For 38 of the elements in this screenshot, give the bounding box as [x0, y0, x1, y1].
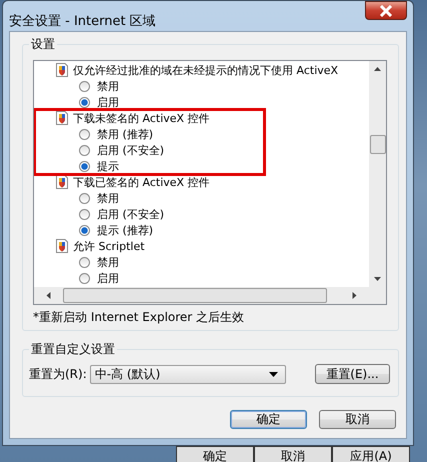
radio-option[interactable]: 禁用 — [79, 254, 119, 270]
vertical-scrollbar[interactable] — [369, 61, 386, 287]
reset-button[interactable]: 重置(E)... — [315, 364, 390, 384]
dialog-button[interactable]: 取消 — [319, 410, 396, 429]
radio-option[interactable]: 启用 — [79, 270, 119, 286]
reset-level-dropdown[interactable]: 中-高 (默认) — [90, 364, 286, 384]
note-text: *重新启动 Internet Explorer 之后生效 — [33, 309, 246, 326]
shield-document-icon — [56, 111, 68, 125]
close-button[interactable] — [365, 1, 407, 20]
dialog-button[interactable]: 确定 — [230, 410, 307, 429]
window-title: 安全设置 - Internet 区域 — [9, 13, 156, 30]
shield-document-icon — [56, 63, 68, 77]
background-button[interactable]: 取消 — [254, 446, 332, 462]
horizontal-scrollbar[interactable] — [34, 287, 386, 304]
scrollbar-thumb[interactable] — [370, 134, 386, 154]
field-label: 重置为(R): — [29, 366, 87, 382]
dropdown-arrow-icon — [268, 372, 278, 376]
scroll-down-icon[interactable] — [374, 277, 381, 281]
radio-option[interactable]: 启用 — [79, 94, 119, 110]
scroll-up-icon[interactable] — [374, 67, 381, 71]
radio-option[interactable]: 禁用 — [79, 78, 119, 94]
radio-option[interactable]: 禁用 — [79, 190, 119, 206]
setting-heading: 下载已签名的 ActiveX 控件 — [73, 174, 210, 190]
setting-heading: 下载未签名的 ActiveX 控件 — [73, 110, 210, 126]
setting-heading: 允许 Scriptlet — [73, 238, 145, 254]
radio-option[interactable]: 启用 (不安全) — [79, 206, 164, 222]
background-button[interactable]: 确定 — [176, 446, 254, 462]
close-icon — [379, 4, 393, 16]
scrollbar-thumb[interactable] — [63, 288, 327, 303]
radio-option[interactable]: 启用 (不安全) — [79, 142, 164, 158]
shield-document-icon — [56, 175, 68, 189]
radio-option[interactable]: 提示 — [79, 158, 119, 174]
setting-heading: 仅允许经过批准的域在未经提示的情况下使用 ActiveX — [73, 62, 338, 78]
group-label: 重置自定义设置 — [29, 341, 117, 358]
background-button[interactable]: 应用(A) — [332, 446, 410, 462]
radio-option[interactable]: 禁用 (推荐) — [79, 126, 154, 142]
radio-option[interactable]: 提示 (推荐) — [79, 222, 154, 238]
shield-document-icon — [56, 239, 68, 253]
